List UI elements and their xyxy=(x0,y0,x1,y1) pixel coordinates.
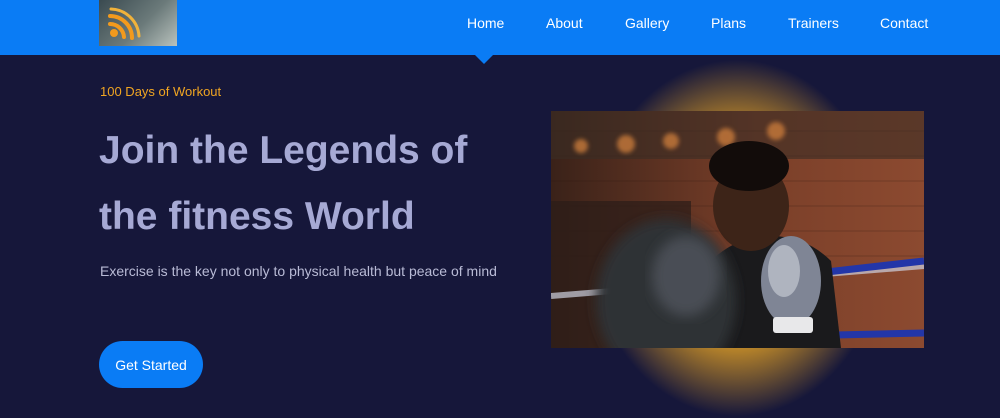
hero-headline-line-1: Join the Legends of xyxy=(99,129,468,172)
hero-boxer-photo xyxy=(551,111,924,348)
top-navbar: Home About Gallery Plans Trainers Contac… xyxy=(0,0,1000,55)
nav-link-trainers[interactable]: Trainers xyxy=(788,0,839,46)
hero-headline: Join the Legends of the fitness World xyxy=(99,118,539,250)
active-nav-indicator xyxy=(475,55,493,64)
hero-subtext: Exercise is the key not only to physical… xyxy=(100,263,497,279)
get-started-button[interactable]: Get Started xyxy=(99,341,203,388)
site-logo[interactable] xyxy=(99,0,177,46)
nav-link-about[interactable]: About xyxy=(546,0,583,46)
nav-link-plans[interactable]: Plans xyxy=(711,0,746,46)
nav-link-gallery[interactable]: Gallery xyxy=(625,0,669,46)
nav-link-contact[interactable]: Contact xyxy=(880,0,928,46)
nav-link-home[interactable]: Home xyxy=(467,0,504,46)
hero-headline-line-2: the fitness World xyxy=(99,195,415,238)
hero-eyebrow: 100 Days of Workout xyxy=(100,84,222,99)
wifi-icon xyxy=(108,7,141,40)
